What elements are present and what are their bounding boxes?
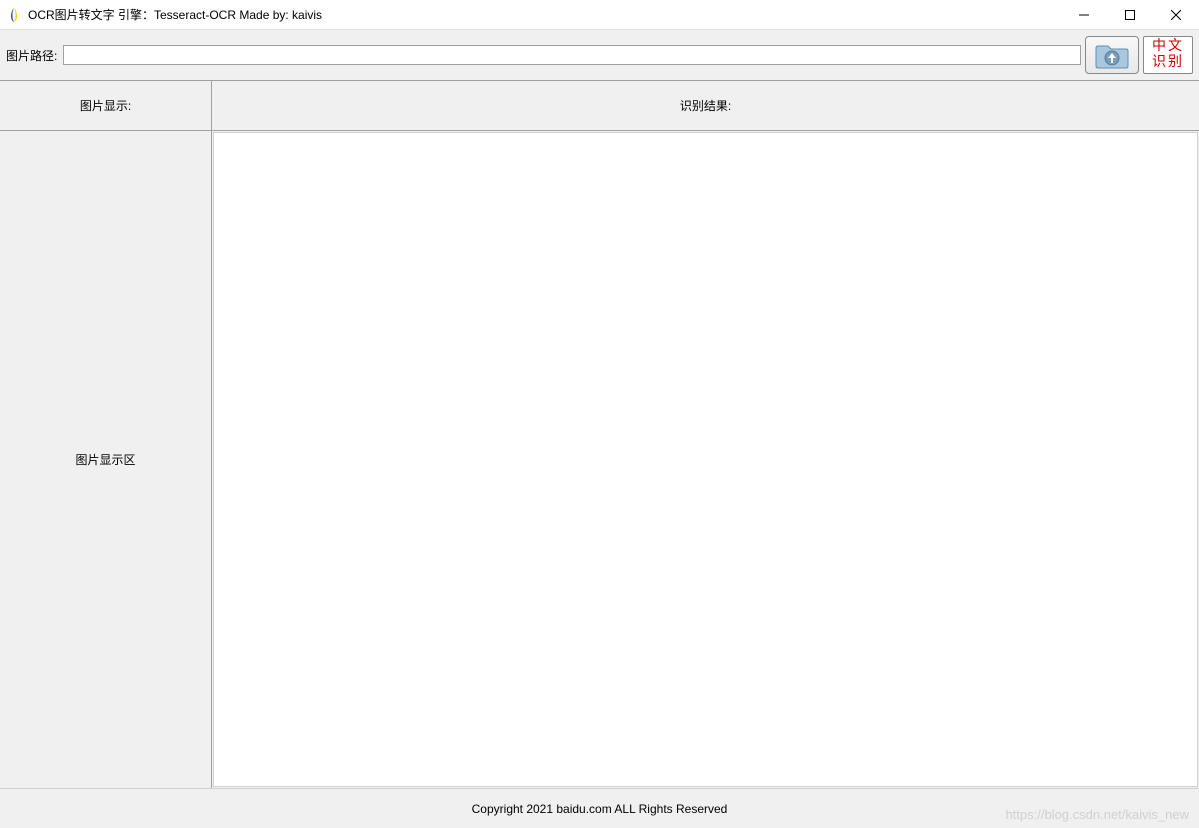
recognize-button[interactable]: 中文 识别 xyxy=(1143,36,1193,74)
recognize-line2: 识别 xyxy=(1152,55,1184,71)
image-panel-header: 图片显示: xyxy=(0,81,211,131)
toolbar: 图片路径: 中文 识别 xyxy=(0,30,1199,80)
folder-upload-icon xyxy=(1093,40,1131,70)
path-label: 图片路径: xyxy=(6,47,57,64)
window-title: OCR图片转文字 引擎：Tesseract-OCR Made by: kaivi… xyxy=(28,6,1061,23)
image-display-area: 图片显示区 xyxy=(0,131,211,788)
footer: Copyright 2021 baidu.com ALL Rights Rese… xyxy=(0,788,1199,828)
upload-button[interactable] xyxy=(1085,36,1139,74)
result-text-area[interactable] xyxy=(213,132,1198,787)
close-button[interactable] xyxy=(1153,0,1199,29)
result-panel: 识别结果: xyxy=(212,81,1199,788)
window-controls xyxy=(1061,0,1199,29)
result-panel-header: 识别结果: xyxy=(212,81,1199,131)
main-area: 图片显示: 图片显示区 识别结果: xyxy=(0,80,1199,788)
minimize-button[interactable] xyxy=(1061,0,1107,29)
titlebar: OCR图片转文字 引擎：Tesseract-OCR Made by: kaivi… xyxy=(0,0,1199,30)
image-path-input[interactable] xyxy=(63,45,1081,65)
image-panel: 图片显示: 图片显示区 xyxy=(0,81,212,788)
maximize-button[interactable] xyxy=(1107,0,1153,29)
app-icon xyxy=(6,7,22,23)
recognize-line1: 中文 xyxy=(1152,39,1184,55)
copyright-text: Copyright 2021 baidu.com ALL Rights Rese… xyxy=(472,802,728,816)
